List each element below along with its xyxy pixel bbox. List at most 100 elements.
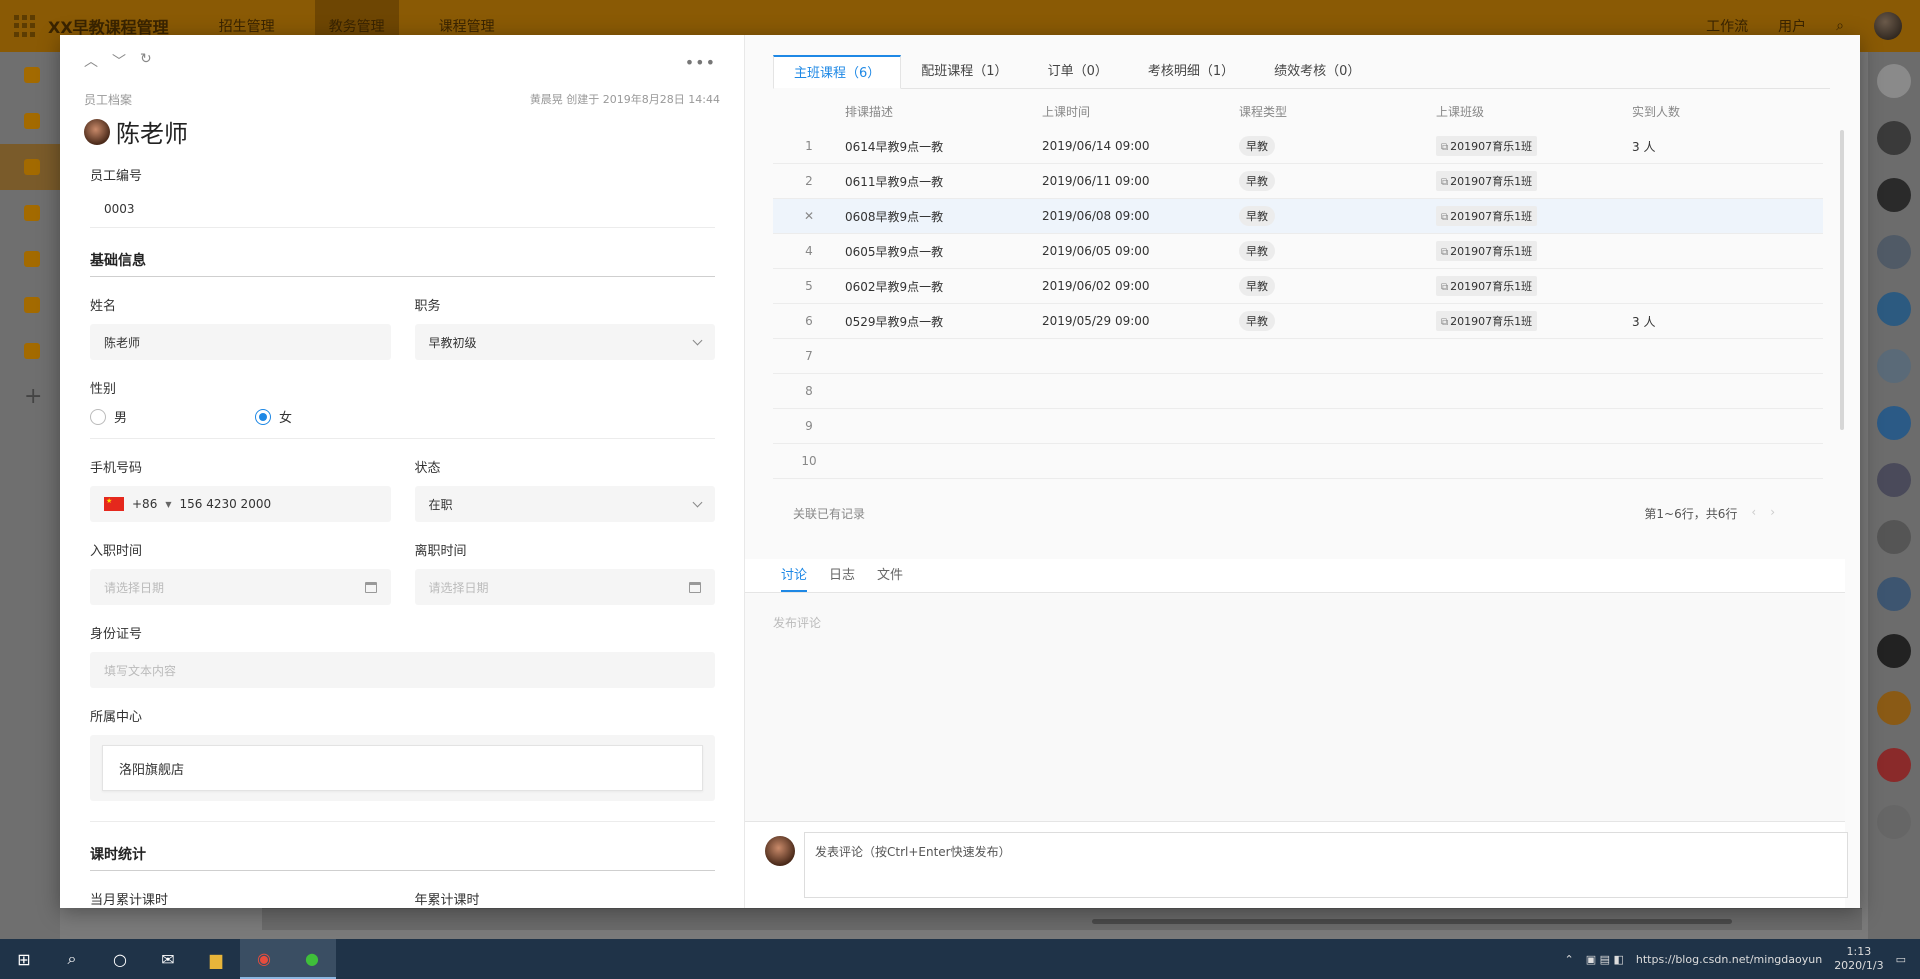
chevron-down-icon[interactable]: ﹀ — [112, 51, 126, 70]
search-icon[interactable]: ⌕ — [1836, 18, 1844, 34]
class-link[interactable]: 201907育乐1班 — [1436, 241, 1538, 261]
windows-start-icon[interactable]: ⊞ — [0, 939, 48, 979]
mail-icon[interactable]: ✉ — [144, 939, 192, 979]
status-select[interactable]: 在职 — [414, 486, 715, 522]
user-avatar[interactable] — [1874, 12, 1902, 40]
delete-row-icon[interactable]: ✕ — [773, 209, 845, 223]
title-select[interactable]: 早教初级 — [414, 324, 715, 360]
clock[interactable]: 1:13 2020/1/3 — [1834, 945, 1883, 973]
col-count[interactable]: 实到人数 — [1632, 103, 1823, 120]
more-icon[interactable]: ••• — [685, 53, 716, 72]
class-link[interactable]: 201907育乐1班 — [1436, 206, 1538, 226]
col-time[interactable]: 上课时间 — [1042, 103, 1239, 120]
comment-input[interactable]: 发表评论（按Ctrl+Enter快速发布） — [804, 832, 1848, 898]
phone-input[interactable]: +86 ▼ 156 4230 2000 — [90, 486, 391, 522]
china-flag-icon[interactable] — [104, 497, 124, 511]
sidebar-item[interactable] — [0, 328, 60, 374]
phone-code[interactable]: +86 — [132, 497, 157, 511]
class-link[interactable]: 201907育乐1班 — [1436, 171, 1538, 191]
sidebar-item[interactable] — [0, 52, 60, 98]
table-row-empty[interactable]: 8 — [773, 374, 1823, 409]
nav-course[interactable]: 课程管理 — [439, 16, 495, 36]
nav-enroll[interactable]: 招生管理 — [219, 16, 275, 36]
table-scrollbar[interactable] — [1840, 130, 1844, 430]
notification-icon[interactable]: ▭ — [1896, 953, 1906, 966]
chevron-up-icon[interactable]: ︿ — [84, 51, 98, 70]
contact-avatar[interactable] — [1877, 178, 1911, 212]
message-icon[interactable] — [1877, 292, 1911, 326]
tab-orders[interactable]: 订单（0） — [1028, 55, 1128, 88]
table-row[interactable]: 6 0529早教9点一教 2019/05/29 09:00 早教 201907育乐1班 3… — [773, 304, 1823, 339]
cell-type: 早教 — [1239, 171, 1436, 191]
col-class[interactable]: 上课班级 — [1436, 103, 1632, 120]
chrome-icon[interactable]: ◉ — [240, 939, 288, 979]
prev-page-icon[interactable]: ‹ — [1751, 505, 1756, 522]
tab-files[interactable]: 文件 — [877, 559, 903, 592]
app-icon[interactable] — [1877, 463, 1911, 497]
link-existing-records[interactable]: 关联已有记录 — [793, 505, 865, 522]
refresh-icon[interactable]: ↻ — [140, 51, 152, 67]
table-row[interactable]: ✕0608早教9点一教 2019/06/08 09:00 早教 201907育乐1班 — [773, 199, 1823, 234]
nav-workflow[interactable]: 工作流 — [1706, 16, 1748, 36]
class-link[interactable]: 201907育乐1班 — [1436, 311, 1538, 331]
table-row[interactable]: 1 0614早教9点一教 2019/06/14 09:00 早教 201907育乐1班 3… — [773, 129, 1823, 164]
tab-assessment[interactable]: 考核明细（1） — [1128, 55, 1254, 88]
app-sidebar: + — [0, 52, 60, 939]
record-creator: 黄晨晃 创建于 2019年8月28日 14:44 — [529, 93, 720, 106]
tab-performance[interactable]: 绩效考核（0） — [1254, 55, 1380, 88]
apps-grid-icon[interactable] — [14, 15, 36, 37]
folder-icon[interactable]: ▆ — [192, 939, 240, 979]
name-input[interactable]: 陈老师 — [90, 324, 391, 360]
caret-down-icon[interactable]: ▼ — [165, 500, 171, 509]
table-row-empty[interactable]: 10 — [773, 444, 1823, 479]
col-type[interactable]: 课程类型 — [1239, 103, 1436, 120]
sidebar-item[interactable] — [0, 236, 60, 282]
tray-icons[interactable]: ▣ ▤ ◧ — [1586, 953, 1624, 966]
contact-avatar[interactable] — [1877, 577, 1911, 611]
sidebar-item[interactable] — [0, 144, 60, 190]
table-row-empty[interactable]: 9 — [773, 409, 1823, 444]
gender-male-radio[interactable]: 男 — [90, 407, 255, 426]
contact-avatar[interactable] — [1877, 349, 1911, 383]
avatar[interactable] — [84, 118, 110, 145]
leave-date-picker[interactable]: 请选择日期 — [414, 569, 715, 605]
wechat-icon[interactable]: ● — [288, 939, 336, 979]
tab-discussion[interactable]: 讨论 — [781, 559, 808, 592]
join-date-picker[interactable]: 请选择日期 — [90, 569, 391, 605]
next-page-icon[interactable]: › — [1770, 505, 1775, 522]
group-icon[interactable] — [1877, 805, 1911, 839]
col-desc[interactable]: 排课描述 — [845, 103, 1042, 120]
section-basic: 基础信息 — [90, 250, 715, 277]
calendar-app-icon[interactable] — [1877, 748, 1911, 782]
app-icon[interactable] — [1877, 406, 1911, 440]
tray-expand-icon[interactable]: ⌃ — [1564, 953, 1573, 966]
scrollbar-thumb[interactable] — [1092, 919, 1732, 924]
table-row[interactable]: 2 0611早教9点一教 2019/06/11 09:00 早教 201907育乐1班 — [773, 164, 1823, 199]
briefcase-icon[interactable] — [1877, 520, 1911, 554]
contact-avatar[interactable] — [1877, 121, 1911, 155]
sidebar-item[interactable] — [0, 190, 60, 236]
cortana-icon[interactable]: ○ — [96, 939, 144, 979]
table-row[interactable]: 5 0602早教9点一教 2019/06/02 09:00 早教 201907育乐1班 — [773, 269, 1823, 304]
gender-female-radio[interactable]: 女 — [255, 407, 292, 426]
tab-log[interactable]: 日志 — [829, 559, 855, 592]
notification-icon[interactable] — [1877, 235, 1911, 269]
related-tabs: 主班课程（6） 配班课程（1） 订单（0） 考核明细（1） 绩效考核（0） — [773, 55, 1830, 89]
bell-icon[interactable] — [1877, 64, 1911, 98]
center-card[interactable]: 洛阳旗舰店 — [102, 745, 703, 791]
id-number-input[interactable]: 填写文本内容 — [90, 652, 715, 688]
search-icon[interactable]: ⌕ — [48, 939, 96, 979]
table-row-empty[interactable]: 7 — [773, 339, 1823, 374]
sidebar-item[interactable] — [0, 98, 60, 144]
table-row[interactable]: 4 0605早教9点一教 2019/06/05 09:00 早教 201907育乐1班 — [773, 234, 1823, 269]
tab-main-class[interactable]: 主班课程（6） — [773, 55, 902, 89]
class-link[interactable]: 201907育乐1班 — [1436, 276, 1538, 296]
nav-users[interactable]: 用户 — [1778, 16, 1806, 36]
sidebar-item[interactable] — [0, 282, 60, 328]
class-link[interactable]: 201907育乐1班 — [1436, 136, 1538, 156]
row-number: 4 — [805, 244, 813, 258]
contact-avatar[interactable] — [1877, 634, 1911, 668]
add-icon[interactable]: + — [0, 384, 60, 409]
grid-app-icon[interactable] — [1877, 691, 1911, 725]
tab-assist-class[interactable]: 配班课程（1） — [901, 55, 1027, 88]
